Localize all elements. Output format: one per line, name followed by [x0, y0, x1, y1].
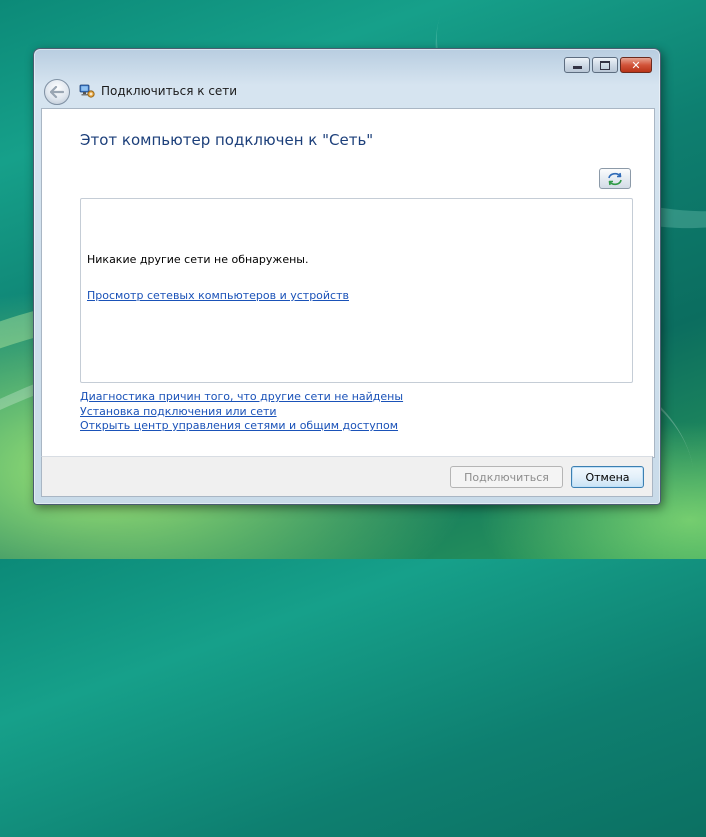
maximize-button[interactable] — [592, 57, 618, 73]
back-button[interactable] — [44, 79, 70, 105]
no-networks-message: Никакие другие сети не обнаружены. — [87, 253, 309, 266]
dialog-footer: Подключиться Отмена — [41, 456, 653, 497]
network-sharing-center-link[interactable]: Открыть центр управления сетями и общим … — [80, 419, 403, 434]
window-title: Подключиться к сети — [101, 84, 238, 98]
cancel-button[interactable]: Отмена — [571, 466, 644, 488]
network-list: Никакие другие сети не обнаружены. Просм… — [80, 198, 633, 383]
page-heading: Этот компьютер подключен к "Сеть" — [80, 131, 374, 149]
refresh-icon — [608, 172, 622, 185]
minimize-button[interactable] — [564, 57, 590, 73]
set-up-connection-link[interactable]: Установка подключения или сети — [80, 405, 403, 420]
diagnose-link[interactable]: Диагностика причин того, что другие сети… — [80, 390, 403, 405]
maximize-icon — [600, 60, 610, 70]
back-arrow-icon — [50, 86, 64, 98]
content-panel: Этот компьютер подключен к "Сеть" Никаки… — [41, 108, 655, 458]
caption-buttons: ✕ — [564, 57, 652, 73]
close-icon: ✕ — [631, 58, 641, 72]
refresh-button[interactable] — [599, 168, 631, 189]
minimize-icon — [572, 66, 582, 69]
view-network-computers-link[interactable]: Просмотр сетевых компьютеров и устройств — [87, 289, 349, 302]
connect-button[interactable]: Подключиться — [450, 466, 563, 488]
network-connect-icon — [79, 84, 95, 98]
task-links: Диагностика причин того, что другие сети… — [80, 390, 403, 434]
close-button[interactable]: ✕ — [620, 57, 652, 73]
connect-to-network-window: ✕ Подключиться к сети Этот компьютер под… — [33, 48, 661, 505]
